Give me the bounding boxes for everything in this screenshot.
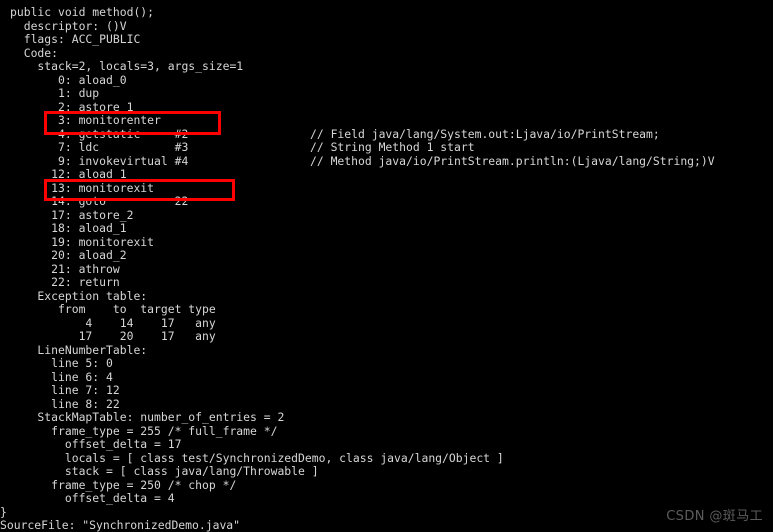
linenumbertable-row: line 5: 0	[10, 356, 113, 370]
javap-output-pane: public void method(); descriptor: ()V fl…	[0, 0, 773, 532]
code-line: 20: aload_2	[10, 248, 127, 262]
stackmaptable-row: offset_delta = 17	[10, 437, 182, 451]
stackmaptable-row: frame_type = 255 /* full_frame */	[10, 423, 278, 438]
closing-brace: }	[0, 505, 7, 519]
code-line: 7: ldc #3	[10, 140, 189, 154]
code-line: Code:	[10, 45, 59, 60]
code-line: 1: dup	[10, 86, 100, 100]
linenumbertable-row: line 8: 22	[10, 396, 120, 411]
terminal-window: public void method(); descriptor: ()V fl…	[0, 0, 773, 532]
code-line: 0: aload_0	[10, 72, 127, 87]
stackmaptable-row: frame_type = 250 /* chop */	[10, 477, 237, 492]
code-line: flags: ACC_PUBLIC	[10, 32, 141, 46]
stackmaptable-row: offset_delta = 4	[10, 491, 175, 505]
code-line: 17: astore_2	[10, 207, 134, 222]
bytecode-comment: // Field java/lang/System.out:Ljava/io/P…	[310, 126, 660, 141]
stackmaptable-row: stack = [ class java/lang/Throwable ]	[10, 464, 319, 478]
linenumbertable-row: line 6: 4	[10, 369, 113, 384]
code-line: descriptor: ()V	[10, 18, 127, 33]
code-line: 19: monitorexit	[10, 234, 155, 249]
code-line: 9: invokevirtual #4	[10, 153, 189, 168]
linenumbertable-row: line 7: 12	[10, 383, 120, 397]
code-line: 2: astore_1	[10, 99, 134, 114]
linenumbertable-header: LineNumberTable:	[10, 342, 148, 357]
code-line: 14: goto 22	[10, 194, 189, 208]
exception-table-row: 4 14 17 any	[10, 315, 216, 330]
sourcefile-line: SourceFile: "SynchronizedDemo.java"	[0, 519, 241, 532]
code-line: public void method();	[10, 5, 155, 19]
code-line-monitorenter: 3: monitorenter	[10, 113, 161, 127]
bytecode-comment: // Method java/io/PrintStream.println:(L…	[310, 153, 715, 168]
code-line: 18: aload_1	[10, 221, 127, 235]
code-line: 4: getstatic #2	[10, 126, 189, 141]
code-line: 21: athrow	[10, 261, 120, 276]
code-line: 12: aload_1	[10, 167, 127, 181]
bytecode-comment: // String Method 1 start	[310, 140, 475, 154]
stackmaptable-row: locals = [ class test/SynchronizedDemo, …	[10, 450, 504, 465]
exception-table-header: Exception table:	[10, 288, 148, 303]
code-line-monitorexit: 13: monitorexit	[10, 180, 155, 195]
csdn-watermark: CSDN @斑马工	[666, 509, 763, 524]
stackmaptable-header: StackMapTable: number_of_entries = 2	[10, 410, 285, 424]
code-line: 22: return	[10, 275, 120, 289]
code-line: stack=2, locals=3, args_size=1	[10, 59, 244, 73]
exception-table-row: 17 20 17 any	[10, 329, 216, 343]
exception-table-columns: from to target type	[10, 302, 216, 316]
